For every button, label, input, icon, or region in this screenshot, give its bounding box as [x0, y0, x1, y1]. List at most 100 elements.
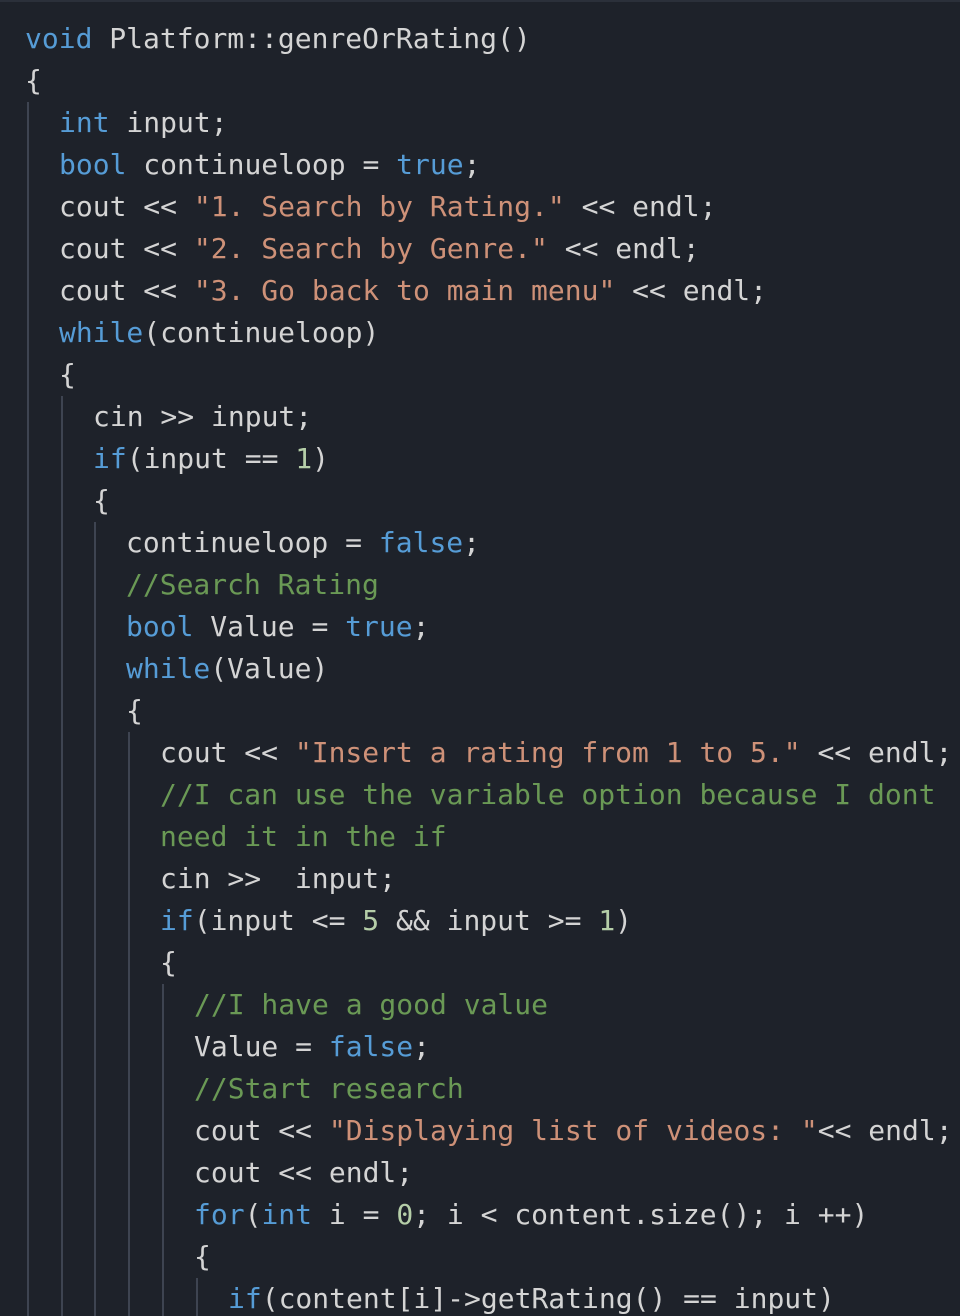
code-line[interactable]: { [25, 942, 960, 984]
code-line[interactable]: int input; [25, 102, 960, 144]
code-token: cout << [59, 190, 194, 223]
indent-guide [162, 1110, 164, 1152]
indent-guide [128, 774, 130, 816]
indent-guide [128, 858, 130, 900]
code-token: ; [412, 610, 430, 643]
code-token: (continueloop) [143, 316, 380, 349]
code-line[interactable]: { [25, 480, 960, 522]
code-editor[interactable]: void Platform::genreOrRating(){int input… [0, 0, 960, 1316]
code-line[interactable]: //Start research [25, 1068, 960, 1110]
code-line[interactable]: cout << endl; [25, 1152, 960, 1194]
indent-guide [128, 732, 130, 774]
code-token: { [160, 946, 177, 979]
indent-guide [128, 984, 130, 1026]
number-token: 1 [598, 904, 616, 937]
indent-guide [162, 1194, 164, 1236]
code-line[interactable]: continueloop = false; [25, 522, 960, 564]
code-line[interactable]: if(content[i]->getRating() == input) [25, 1278, 960, 1316]
indent-guide [27, 648, 29, 690]
indent-guide [94, 690, 96, 732]
code-line[interactable]: while(continueloop) [25, 312, 960, 354]
indent-guide [27, 1194, 29, 1236]
code-line[interactable]: //I can use the variable option because … [25, 774, 960, 816]
indent-guide [27, 900, 29, 942]
indent-guide [27, 606, 29, 648]
string-token: "Displaying list of videos: " [328, 1114, 818, 1147]
keyword-token: if [160, 904, 194, 937]
code-token: { [194, 1240, 211, 1273]
indent-guide [61, 858, 63, 900]
number-token: 5 [362, 904, 380, 937]
comment-token: //Start research [194, 1072, 464, 1105]
code-line[interactable]: void Platform::genreOrRating() [25, 18, 960, 60]
indent-guide [27, 858, 29, 900]
code-line[interactable]: for(int i = 0; i < content.size(); i ++) [25, 1194, 960, 1236]
indent-guide [61, 606, 63, 648]
indent-guide [128, 1152, 130, 1194]
code-area[interactable]: void Platform::genreOrRating(){int input… [25, 18, 960, 1316]
indent-guide [94, 564, 96, 606]
indent-guide [27, 690, 29, 732]
code-token: << endl; [547, 232, 700, 265]
keyword-token: true [396, 148, 464, 181]
indent-guide [162, 1068, 164, 1110]
code-line[interactable]: while(Value) [25, 648, 960, 690]
indent-guide [94, 732, 96, 774]
indent-guide [61, 564, 63, 606]
indent-guide [27, 1026, 29, 1068]
indent-guide [94, 606, 96, 648]
indent-guide [61, 522, 63, 564]
code-line[interactable]: cout << "Displaying list of videos: "<< … [25, 1110, 960, 1152]
indent-guide [27, 480, 29, 522]
indent-guide [94, 1152, 96, 1194]
indent-guide [61, 942, 63, 984]
code-line[interactable]: //Search Rating [25, 564, 960, 606]
indent-guide [94, 900, 96, 942]
comment-token: //I can use the variable option because … [160, 778, 936, 811]
code-line[interactable]: cin >> input; [25, 396, 960, 438]
indent-guide [61, 648, 63, 690]
code-line[interactable]: bool Value = true; [25, 606, 960, 648]
indent-guide [27, 144, 29, 186]
indent-guide [61, 1194, 63, 1236]
code-line[interactable]: cin >> input; [25, 858, 960, 900]
indent-guide [94, 774, 96, 816]
code-line[interactable]: { [25, 690, 960, 732]
keyword-token: if [93, 442, 127, 475]
indent-guide [27, 102, 29, 144]
keyword-token: void [25, 22, 93, 55]
code-line[interactable]: cout << "2. Search by Genre." << endl; [25, 228, 960, 270]
code-line[interactable]: bool continueloop = true; [25, 144, 960, 186]
code-token: && input >= [379, 904, 599, 937]
code-line[interactable]: { [25, 60, 960, 102]
keyword-token: int [59, 106, 110, 139]
code-line[interactable]: if(input <= 5 && input >= 1) [25, 900, 960, 942]
code-line[interactable]: { [25, 1236, 960, 1278]
indent-guide [61, 690, 63, 732]
code-line[interactable]: cout << "3. Go back to main menu" << end… [25, 270, 960, 312]
code-line[interactable]: cout << "1. Search by Rating." << endl; [25, 186, 960, 228]
comment-token: need it in the if [160, 820, 447, 853]
code-line[interactable]: need it in the if [25, 816, 960, 858]
number-token: 1 [295, 442, 313, 475]
code-token: cout << [59, 232, 194, 265]
code-line[interactable]: //I have a good value [25, 984, 960, 1026]
code-token: ; [413, 1030, 431, 1063]
indent-guide [162, 1026, 164, 1068]
code-token: cout << endl; [194, 1156, 414, 1189]
indent-guide [27, 354, 29, 396]
code-token: { [25, 64, 42, 97]
string-token: "3. Go back to main menu" [193, 274, 616, 307]
indent-guide [27, 270, 29, 312]
code-line[interactable]: if(input == 1) [25, 438, 960, 480]
string-token: "Insert a rating from 1 to 5." [294, 736, 801, 769]
code-line[interactable]: { [25, 354, 960, 396]
code-line[interactable]: Value = false; [25, 1026, 960, 1068]
indent-guide [61, 1152, 63, 1194]
indent-guide [27, 564, 29, 606]
keyword-token: while [59, 316, 144, 349]
indent-guide [27, 228, 29, 270]
indent-guide [61, 984, 63, 1026]
code-line[interactable]: cout << "Insert a rating from 1 to 5." <… [25, 732, 960, 774]
code-token: i = [312, 1198, 397, 1231]
